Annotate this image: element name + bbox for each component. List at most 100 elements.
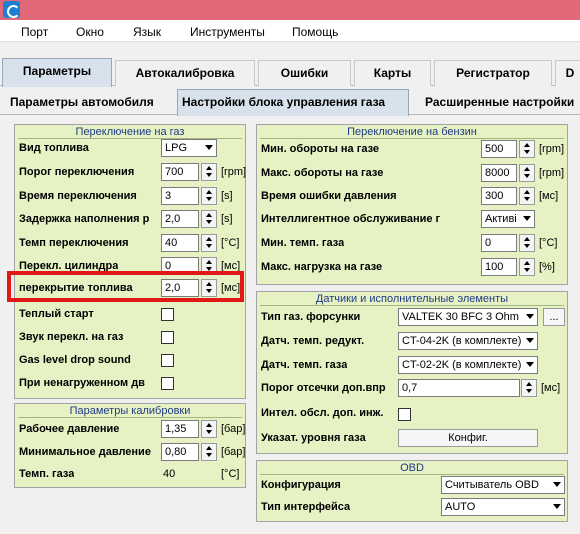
min-gas-temp-row: Мин. темп. газа 0 [°C] [257, 234, 567, 254]
injector-browse-button[interactable]: ... [543, 308, 565, 326]
tab-maps[interactable]: Карты [354, 60, 431, 86]
subtab-advanced-settings[interactable]: Расширенные настройки [421, 91, 580, 115]
level-indicator-row: Указат. уровня газа Конфиг. [257, 429, 567, 449]
work-pressure-row: Рабочее давление 1,35 [бар] [15, 420, 245, 440]
arrow-up-icon [526, 382, 532, 386]
unloaded-row: При ненагруженном дв [15, 374, 245, 394]
min-gas-temp-label: Мин. темп. газа [261, 237, 345, 249]
fuel-type-select[interactable]: LPG [161, 139, 217, 157]
menu-language[interactable]: Язык [133, 25, 161, 39]
reducer-temp-sensor-value: CT-04-2K (в комплекте) [402, 335, 522, 347]
tab-errors[interactable]: Ошибки [258, 60, 351, 86]
switch-threshold-input[interactable]: 700 [161, 163, 199, 181]
menu-help[interactable]: Помощь [292, 25, 338, 39]
smart-service-select[interactable]: Активі [481, 210, 535, 228]
max-load-label: Макс. нагрузка на газе [261, 261, 383, 273]
switch-temp-unit: [°C] [221, 237, 240, 249]
gas-temp-label: Темп. газа [19, 468, 75, 480]
fill-delay-input[interactable]: 2,0 [161, 210, 199, 228]
arrow-up-icon [206, 260, 212, 264]
unloaded-checkbox[interactable] [161, 377, 174, 390]
max-rpm-spinner[interactable] [519, 164, 535, 182]
obd-configuration-select[interactable]: Считыватель OBD [441, 476, 565, 494]
work-pressure-label: Рабочее давление [19, 423, 120, 435]
arrow-up-icon [206, 423, 212, 427]
pressure-error-time-label: Время ошибки давления [261, 190, 397, 202]
calibration-panel-title: Параметры калибровки [15, 404, 245, 418]
min-pressure-input[interactable]: 0,80 [161, 443, 199, 461]
cutoff-threshold-input[interactable]: 0,7 [398, 379, 520, 397]
switch-threshold-spinner[interactable] [201, 163, 217, 181]
unloaded-label: При ненагруженном дв [19, 377, 145, 389]
subtab-gas-ecu-settings[interactable]: Настройки блока управления газа [177, 89, 409, 116]
gas-drop-sound-checkbox[interactable] [161, 354, 174, 367]
max-rpm-input[interactable]: 8000 [481, 164, 517, 182]
fill-delay-spinner[interactable] [201, 210, 217, 228]
injector-type-label: Тип газ. форсунки [261, 311, 361, 323]
max-load-unit: [%] [539, 261, 555, 273]
switch-temp-spinner[interactable] [201, 234, 217, 252]
tab-parameters[interactable]: Параметры [2, 58, 112, 87]
tab-logger[interactable]: Регистратор [434, 60, 552, 86]
subtab-vehicle-params[interactable]: Параметры автомобиля [6, 91, 172, 115]
min-gas-temp-input[interactable]: 0 [481, 234, 517, 252]
arrow-down-icon [206, 430, 212, 434]
reducer-temp-sensor-select[interactable]: CT-04-2K (в комплекте) [398, 332, 538, 350]
max-load-spinner[interactable] [519, 258, 535, 276]
fill-delay-row: Задержка наполнения р 2,0 [s] [15, 210, 245, 230]
petrol-switch-panel-title: Переключение на бензин [257, 125, 567, 139]
level-indicator-label: Указат. уровня газа [261, 432, 366, 444]
reducer-temp-sensor-label: Датч. темп. редукт. [261, 335, 365, 347]
tab-d[interactable]: D [555, 60, 580, 86]
interface-type-select[interactable]: AUTO [441, 498, 565, 516]
min-pressure-spinner[interactable] [201, 443, 217, 461]
gas-temp-sensor-row: Датч. темп. газа CT-02-2K (в комплекте) [257, 356, 567, 376]
work-pressure-spinner[interactable] [201, 420, 217, 438]
intel-service-checkbox[interactable] [398, 408, 411, 421]
intel-service-label: Интел. обсл. доп. инж. [261, 407, 384, 419]
min-rpm-label: Мин. обороты на газе [261, 143, 380, 155]
gas-drop-sound-row: Gas level drop sound [15, 351, 245, 371]
switch-sound-checkbox[interactable] [161, 331, 174, 344]
max-load-row: Макс. нагрузка на газе 100 [%] [257, 258, 567, 278]
app-logo-icon [3, 1, 20, 18]
petrol-switch-panel: Переключение на бензин Мин. обороты на г… [256, 124, 568, 285]
sensors-panel: Датчики и исполнительные элементы Тип га… [256, 291, 568, 454]
switch-threshold-row: Порог переключения 700 [rpm] [15, 163, 246, 183]
warm-start-checkbox[interactable] [161, 308, 174, 321]
switch-time-spinner[interactable] [201, 187, 217, 205]
gas-temp-sensor-select[interactable]: CT-02-2K (в комплекте) [398, 356, 538, 374]
calibration-panel: Параметры калибровки Рабочее давление 1,… [14, 403, 246, 488]
cutoff-threshold-unit: [мс] [541, 382, 561, 394]
work-pressure-input[interactable]: 1,35 [161, 420, 199, 438]
switch-temp-input[interactable]: 40 [161, 234, 199, 252]
tab-autocalibration[interactable]: Автокалибровка [115, 60, 255, 86]
min-rpm-input[interactable]: 500 [481, 140, 517, 158]
menu-window[interactable]: Окно [76, 25, 104, 39]
configure-button[interactable]: Конфиг. [398, 429, 538, 447]
arrow-down-icon [524, 244, 530, 248]
pressure-error-time-spinner[interactable] [519, 187, 535, 205]
chevron-down-icon [205, 145, 213, 150]
work-pressure-unit: [бар] [221, 423, 246, 435]
min-gas-temp-spinner[interactable] [519, 234, 535, 252]
pressure-error-time-input[interactable]: 300 [481, 187, 517, 205]
injector-type-value: VALTEK 30 BFC 3 Ohm [402, 311, 519, 323]
max-load-input[interactable]: 100 [481, 258, 517, 276]
arrow-up-icon [206, 190, 212, 194]
cutoff-threshold-spinner[interactable] [521, 379, 537, 397]
arrow-down-icon [526, 389, 532, 393]
injector-type-select[interactable]: VALTEK 30 BFC 3 Ohm [398, 308, 538, 326]
min-gas-temp-unit: [°C] [539, 237, 558, 249]
title-bar [0, 0, 580, 20]
menu-tools[interactable]: Инструменты [190, 25, 265, 39]
switch-time-input[interactable]: 3 [161, 187, 199, 205]
arrow-up-icon [524, 143, 530, 147]
interface-type-value: AUTO [445, 501, 476, 513]
min-rpm-spinner[interactable] [519, 140, 535, 158]
gas-switch-panel: Переключение на газ Вид топлива LPG Поро… [14, 124, 246, 399]
arrow-down-icon [524, 174, 530, 178]
arrow-up-icon [524, 261, 530, 265]
menu-port[interactable]: Порт [21, 25, 48, 39]
gas-temp-unit: [°C] [221, 468, 240, 480]
